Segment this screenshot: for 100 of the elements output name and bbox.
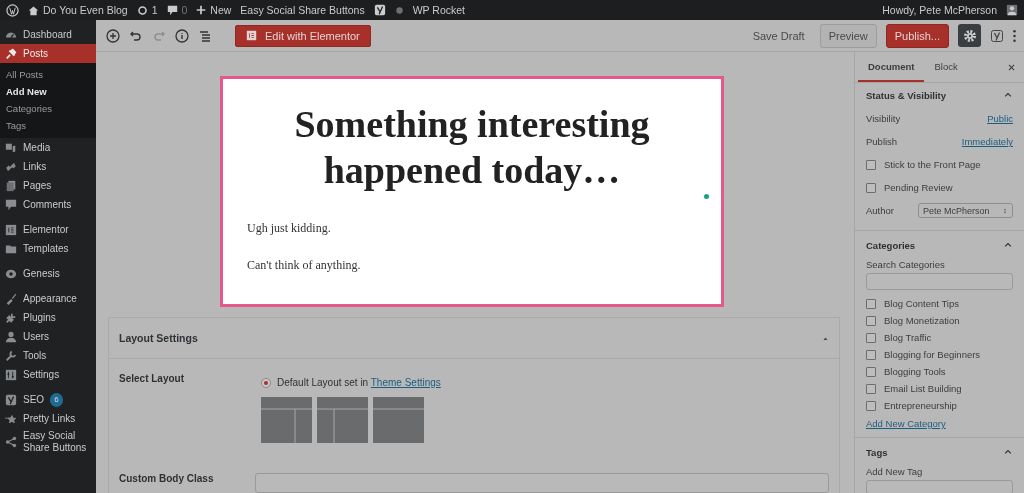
comments-count[interactable]: 0 [181,4,188,16]
menu-item[interactable]: Templates [0,239,96,258]
updates-count[interactable]: 1 [151,4,158,16]
submenu-item[interactable]: Tags [0,117,96,134]
add-block-button[interactable] [106,28,120,43]
more-button[interactable] [1013,29,1016,42]
publish-button[interactable]: Publish... [885,23,949,48]
menu-item[interactable]: SEO 6 [0,390,96,409]
menu-item[interactable]: Media [0,138,96,157]
menu-item[interactable]: Plugins [0,308,96,327]
submenu-item[interactable]: Add New [0,83,96,100]
chevron-icon [1003,240,1013,250]
updown-icon [1002,206,1008,215]
insertion-dot-icon [704,194,709,199]
chevron-icon [1003,90,1013,100]
menu-item[interactable]: Links [0,157,96,176]
checkbox-label: Entrepreneurship [884,400,957,411]
checkbox-label: Blogging for Beginners [884,349,981,360]
menu-item[interactable]: Pages [0,176,96,195]
option-label: Default Layout set in Theme Settings [277,377,441,388]
layout-thumbnail[interactable] [317,397,368,443]
menu-item[interactable]: Posts [0,44,96,63]
checkbox[interactable] [866,366,876,377]
greeting[interactable]: Howdy, Pete McPherson [882,4,997,16]
new-link[interactable]: New [210,4,232,16]
visibility-link[interactable]: Public [987,113,1013,124]
checkbox[interactable] [866,298,876,309]
submenu-item[interactable]: Categories [0,100,96,117]
theme-settings-link[interactable]: Theme Settings [370,377,441,388]
panel-title: Status & Visibility [866,89,947,101]
layout-thumbnail[interactable] [373,397,424,443]
layout-thumbnail[interactable] [261,397,312,443]
submenu-item[interactable]: All Posts [0,66,96,83]
collapse-toggle[interactable] [1003,240,1013,250]
checkbox[interactable] [866,349,876,360]
field-label: Add New Tag [866,466,924,477]
edit-with-elementor-button[interactable]: Edit with Elementor [235,24,371,47]
menu-item[interactable]: Users [0,327,96,346]
outline-button[interactable] [198,28,212,43]
checkbox-label: Blog Traffic [884,332,932,343]
checkbox[interactable] [866,159,876,170]
author-select[interactable]: Pete McPherson [918,203,1013,218]
save-draft-button[interactable]: Save Draft [746,28,811,43]
menu-item[interactable]: Genesis [0,264,96,283]
checkbox[interactable] [866,315,876,326]
checkbox[interactable] [866,383,876,394]
collapse-toggle[interactable] [1003,447,1013,457]
toolbar-link[interactable]: Easy Social Share Buttons [240,4,365,16]
brush-icon [5,292,17,305]
tab[interactable]: Block [924,52,968,82]
menu-item[interactable]: Comments [0,195,96,214]
checkbox[interactable] [866,400,876,411]
paragraph[interactable]: Ugh just kidding. [247,221,697,236]
status-dot-icon [394,5,404,15]
input-field[interactable] [255,473,829,493]
field-label: Publish [866,136,898,147]
y-logo-icon [5,393,17,406]
site-name-link[interactable]: Do You Even Blog [43,4,128,16]
collapse-toggle[interactable] [1003,90,1013,100]
menu-item[interactable]: Appearance [0,289,96,308]
close-icon [1007,62,1016,72]
menu-item[interactable]: Easy Social Share Buttons [0,428,96,456]
radio-button[interactable] [261,377,271,388]
panel-title: Categories [866,239,916,251]
menu-item[interactable]: Dashboard [0,25,96,44]
publish-date-link[interactable]: Immediately [961,136,1013,147]
toolbar-link[interactable]: WP Rocket [412,4,465,16]
yoast-button[interactable] [990,28,1004,43]
tag-input-field[interactable] [866,480,1013,493]
menu-item[interactable]: Settings [0,365,96,384]
checkbox[interactable] [866,332,876,343]
info-icon [175,28,189,43]
count-badge: 6 [50,392,63,407]
y-logo-icon [373,4,386,16]
info-button[interactable] [175,28,189,43]
settings-button[interactable] [958,24,981,47]
menu-item[interactable]: Pretty Links [0,409,96,428]
preview-button[interactable]: Preview [819,23,877,48]
checkbox-label: Email List Building [884,383,962,394]
checkbox-label: Pending Review [884,182,953,193]
paragraph[interactable]: Can't think of anything. [247,258,697,273]
user-icon [5,330,17,343]
search-field[interactable] [866,273,1013,290]
tab[interactable]: Document [858,52,925,82]
more-icon [1013,29,1016,42]
plus-circle-icon [106,28,120,43]
field-label: Select Layout [119,373,186,386]
speech-bubble-icon [5,198,17,211]
wrench-icon [5,349,17,362]
panel-title: Layout Settings [119,332,198,344]
pages-icon [5,179,17,192]
add-category-link[interactable]: Add New Category [866,418,946,429]
panel-title: Tags [866,446,888,458]
checkbox[interactable] [866,182,876,193]
menu-item[interactable]: Elementor [0,220,96,239]
post-title[interactable]: Something interesting happened today… [247,101,697,193]
field-label: Visibility [866,113,901,124]
avatar-icon [1006,4,1018,16]
speech-bubble-icon [166,4,178,16]
menu-item[interactable]: Tools [0,346,96,365]
